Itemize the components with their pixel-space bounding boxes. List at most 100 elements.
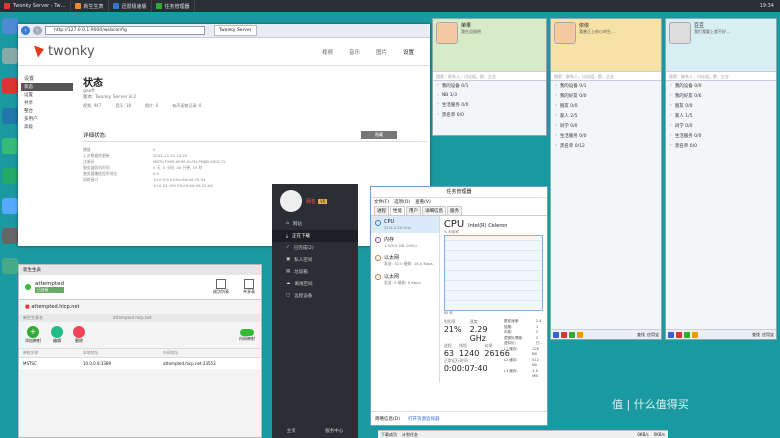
tab-xunlei[interactable]: 迅雷极速版 xyxy=(109,0,152,12)
qq-signature[interactable]: 我在逗留吧 xyxy=(461,29,481,35)
qq-group[interactable]: › NB 1/3 xyxy=(433,91,546,100)
app-icon[interactable] xyxy=(561,331,567,338)
share-button[interactable]: 共享表 xyxy=(243,279,255,295)
qq-signature[interactable]: 我曾正上的小的生… xyxy=(579,29,615,35)
tab-taskmgr[interactable]: 任务管理器 xyxy=(152,0,195,12)
sidebar-item-setup[interactable]: 设置 xyxy=(21,91,73,99)
qq-group[interactable]: › 生活服务 0/0 xyxy=(551,131,661,141)
netdisk-menu-item[interactable]: ▤ 垃圾箱 xyxy=(272,266,358,278)
table-row[interactable]: MSTSC 10.0.0.9:3389 attempted.hicp.net:335… xyxy=(19,358,261,369)
menu-options[interactable]: 选项(O) xyxy=(394,199,410,205)
netdisk-menu-item[interactable]: ▣ 私人空间 xyxy=(272,254,358,266)
desktop-icon[interactable] xyxy=(2,18,18,34)
fewer-details-button[interactable]: 简略信息(D) xyxy=(375,416,400,422)
qq-group[interactable]: › 生活服务 0/0 xyxy=(433,100,546,110)
desktop-icon[interactable] xyxy=(2,168,18,184)
qq-group[interactable]: › 朋友 0/0 xyxy=(551,101,661,111)
app-store-button[interactable]: 应用宝 xyxy=(647,332,659,338)
netdisk-menu-item[interactable]: ⌂ 网站 xyxy=(272,218,358,230)
qq-group[interactable]: › 我的好友 0/6 xyxy=(666,91,776,101)
schedule-task[interactable]: 计划任务 xyxy=(402,432,418,438)
qq-signature[interactable]: 我们我要上就不好… xyxy=(694,29,730,35)
add-mapping-button[interactable]: + 添加映射 xyxy=(25,326,41,344)
tab-users[interactable]: 用户 xyxy=(406,206,421,215)
find-button[interactable]: 查找 xyxy=(637,332,645,338)
tab-services[interactable]: 服务 xyxy=(447,206,462,215)
qq-group[interactable]: › 同学 0/0 xyxy=(551,121,661,131)
resource-monitor-link[interactable]: 打开资源监视器 xyxy=(408,416,440,422)
sidebar-item-aggregation[interactable]: 整合 xyxy=(21,107,73,115)
find-button[interactable]: 查找 xyxy=(752,332,760,338)
avatar[interactable] xyxy=(436,22,458,44)
qq-group[interactable]: › 生活服务 0/0 xyxy=(666,131,776,141)
qq-search-input[interactable]: 搜索：联系人，讨论组，群，企业 xyxy=(666,71,776,81)
success-list-button[interactable]: 成功列表 xyxy=(213,279,229,295)
qq-group[interactable]: › 我的设备 0/0 xyxy=(666,81,776,91)
avatar[interactable] xyxy=(669,22,691,44)
hide-button[interactable]: 隐藏 xyxy=(361,131,397,139)
app-icon[interactable] xyxy=(676,331,682,338)
qq-group[interactable]: › 家人 1/5 xyxy=(666,111,776,121)
desktop-icon[interactable] xyxy=(2,258,18,274)
qq-group[interactable]: › 朋友 0/0 xyxy=(666,101,776,111)
desktop-icon[interactable] xyxy=(2,138,18,154)
qq-group[interactable]: › 我的好友 0/0 xyxy=(551,91,661,101)
qq-search-input[interactable]: 搜索：联系人，讨论组，群，企业 xyxy=(433,71,546,81)
qq-group[interactable]: › 家人 2/5 xyxy=(551,111,661,121)
desktop-icon[interactable] xyxy=(2,108,18,124)
app-icon[interactable] xyxy=(692,331,698,338)
tab-details[interactable]: 详细信息 xyxy=(422,206,446,215)
menu-view[interactable]: 查看(V) xyxy=(415,199,431,205)
qq-group[interactable]: › 黑名单 0/0 xyxy=(666,141,776,151)
sidebar-item-sharing[interactable]: 共享 xyxy=(21,99,73,107)
avatar[interactable] xyxy=(554,22,576,44)
app-icon[interactable] xyxy=(569,331,575,338)
edit-button[interactable]: 编辑 xyxy=(51,326,63,344)
desktop-icon[interactable] xyxy=(2,48,18,64)
netdisk-menu-item[interactable]: ✓ 已完成(2) xyxy=(272,242,358,254)
app-store-button[interactable]: 应用宝 xyxy=(762,332,774,338)
menu-icon[interactable] xyxy=(668,331,674,338)
url-input[interactable]: http://127.0.0.1:9000/webconfig xyxy=(45,26,205,35)
resource-memory[interactable]: 内存 1.5/8.0 GB (19%) xyxy=(371,233,439,251)
qq-group[interactable]: › 同学 0/0 xyxy=(666,121,776,131)
forward-icon[interactable]: › xyxy=(33,26,42,35)
sidebar-item-multiuser[interactable]: 多用户 xyxy=(21,115,73,123)
resource-cpu[interactable]: CPU 21% 2.29 GHz xyxy=(371,216,439,233)
resource-ethernet[interactable]: 以太网 发送: 32.0 接收: 16.0 Kbps xyxy=(371,251,439,270)
desktop-icon[interactable] xyxy=(2,78,18,94)
nav-settings[interactable]: 设置 xyxy=(403,48,414,56)
service-center-link[interactable]: 服务中心 xyxy=(325,428,343,434)
tab-processes[interactable]: 进程 xyxy=(374,206,389,215)
nav-music[interactable]: 音乐 xyxy=(349,48,360,56)
resource-ethernet[interactable]: 以太网 发送: 0 接收: 0 Kbps xyxy=(371,270,439,289)
qq-group[interactable]: › 黑名单 0/0 xyxy=(433,110,546,120)
qq-group[interactable]: › 我的设备 0/1 xyxy=(433,81,546,91)
qq-group[interactable]: › 黑名单 0/12 xyxy=(551,141,661,151)
download-status[interactable]: 下载成功 xyxy=(381,432,397,438)
desktop-icon[interactable] xyxy=(2,228,18,244)
delete-button[interactable]: 删除 xyxy=(73,326,85,344)
browser-tab[interactable]: Twonky Server xyxy=(214,25,257,36)
intranet-toggle[interactable]: 内网映射 xyxy=(239,328,255,342)
qq-search-input[interactable]: 搜索：联系人，讨论组，群，企业 xyxy=(551,71,661,81)
netdisk-menu-item[interactable]: ⤓ 正在下载 xyxy=(272,230,358,242)
desktop-icon[interactable] xyxy=(2,198,18,214)
tab-vpn[interactable]: 新生生表 xyxy=(71,0,109,12)
avatar[interactable] xyxy=(280,190,302,212)
netdisk-menu-item[interactable]: ☁ 离线空间 xyxy=(272,278,358,290)
qq-group[interactable]: › 我的设备 0/1 xyxy=(551,81,661,91)
app-icon[interactable] xyxy=(577,331,583,338)
sidebar-item-advanced[interactable]: 高级 xyxy=(21,123,73,131)
nav-video[interactable]: 视频 xyxy=(322,48,333,56)
back-icon[interactable]: ‹ xyxy=(21,26,30,35)
app-icon[interactable] xyxy=(684,331,690,338)
tab-performance[interactable]: 性能 xyxy=(390,206,405,215)
tab-twonky[interactable]: Twonky Server - Tw… xyxy=(0,0,71,12)
home-link[interactable]: 主页 xyxy=(287,428,296,434)
netdisk-menu-item[interactable]: ▢ 远程设备 xyxy=(272,290,358,302)
sidebar-item-status[interactable]: 状态 xyxy=(21,83,73,91)
nav-photo[interactable]: 图片 xyxy=(376,48,387,56)
menu-icon[interactable] xyxy=(553,331,559,338)
menu-file[interactable]: 文件(F) xyxy=(374,199,389,205)
